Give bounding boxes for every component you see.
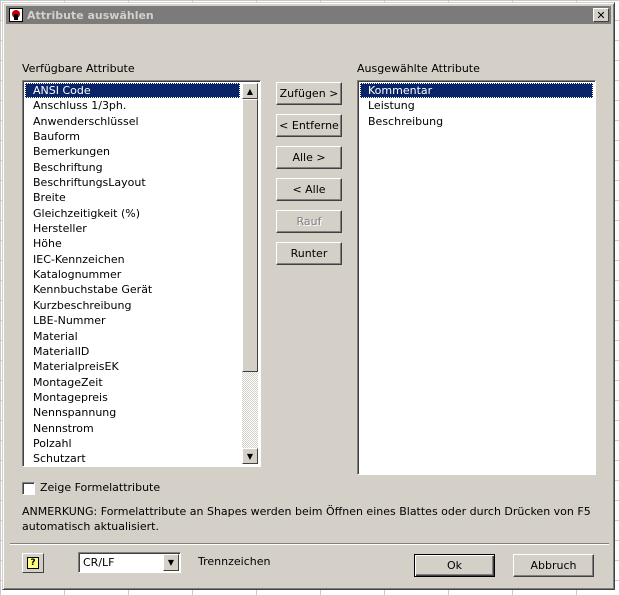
list-item[interactable]: Höhe [25,236,240,251]
show-formula-label: Zeige Formelattribute [40,481,161,494]
list-item[interactable]: Bemerkungen [25,144,240,159]
separator [10,543,609,545]
list-item[interactable]: Nennspannung [25,405,240,420]
app-logo-icon [9,8,23,22]
chevron-down-icon: ▼ [167,558,175,567]
add-all-button[interactable]: Alle > [276,146,342,169]
list-item[interactable]: Bauform [25,129,240,144]
chevron-down-icon: ▼ [246,451,254,461]
ok-button[interactable]: Ok [414,554,495,577]
dropdown-button[interactable]: ▼ [163,554,179,571]
list-item[interactable]: LBE-Nummer [25,313,240,328]
list-item[interactable]: Kommentar [360,83,593,99]
list-item[interactable]: Nennstrom [25,421,240,436]
title-bar[interactable]: Attribute auswählen ✕ [6,6,611,24]
help-icon: ? [27,557,39,569]
list-item[interactable]: Katalognummer [25,267,240,282]
list-item[interactable]: Leistung [360,98,593,113]
list-item[interactable]: Anschluss 1/3ph. [25,98,240,113]
list-item[interactable]: Schutzart [25,451,240,466]
remove-all-button[interactable]: < Alle [276,178,342,201]
list-item[interactable]: Montagepreis [25,390,240,405]
list-item[interactable]: IEC-Kennzeichen [25,252,240,267]
chevron-up-icon: ▲ [246,86,254,96]
add-button[interactable]: Zufügen > [276,82,342,105]
scroll-down-button[interactable]: ▼ [242,448,258,464]
available-label: Verfügbare Attribute [22,62,135,75]
available-scrollbar[interactable]: ▲ ▼ [242,83,258,464]
list-item[interactable]: Beschreibung [360,114,593,129]
list-item[interactable]: Breite [25,190,240,205]
list-item[interactable]: BeschriftungsLayout [25,175,240,190]
selected-label: Ausgewählte Attribute [357,62,480,75]
list-item[interactable]: MaterialpreisEK [25,359,240,374]
list-item[interactable]: MaterialID [25,344,240,359]
close-button[interactable]: ✕ [593,8,609,22]
note-line-2: automatisch aktualisiert. [22,520,159,533]
scroll-up-button[interactable]: ▲ [242,83,258,99]
separator-select[interactable]: CR/LF ▼ [78,552,181,573]
selected-items: Kommentar Leistung Beschreibung [360,83,593,129]
list-item[interactable]: Kurzbeschreibung [25,298,240,313]
available-list[interactable]: ANSI Code Anschluss 1/3ph. Anwenderschlüss… [22,80,261,467]
list-item[interactable]: Gleichzeitigkeit (%) [25,206,240,221]
list-item[interactable]: MontageZeit [25,375,240,390]
scroll-thumb[interactable] [242,99,258,372]
help-button[interactable]: ? [22,553,44,573]
list-item[interactable]: Anwenderschlüssel [25,114,240,129]
separator-value: CR/LF [83,556,115,569]
selected-list[interactable]: Kommentar Leistung Beschreibung [357,80,596,475]
cancel-button[interactable]: Abbruch [513,554,594,577]
remove-button[interactable]: < Entferne [276,114,342,137]
move-up-button[interactable]: Rauf [276,210,342,233]
list-item[interactable]: Material [25,329,240,344]
note-line-1: ANMERKUNG: Formelattribute an Shapes wer… [22,505,591,518]
available-items: ANSI Code Anschluss 1/3ph. Anwenderschlüss… [25,83,240,466]
list-item[interactable]: Kennbuchstabe Gerät [25,282,240,297]
list-item[interactable]: Beschriftung [25,160,240,175]
list-item[interactable]: ANSI Code [25,83,240,99]
list-item[interactable]: Hersteller [25,221,240,236]
list-item[interactable]: Polzahl [25,436,240,451]
separator-label: Trennzeichen [198,555,271,568]
move-down-button[interactable]: Runter [276,242,342,265]
dialog-title: Attribute auswählen [27,8,154,22]
show-formula-checkbox[interactable] [22,482,35,495]
